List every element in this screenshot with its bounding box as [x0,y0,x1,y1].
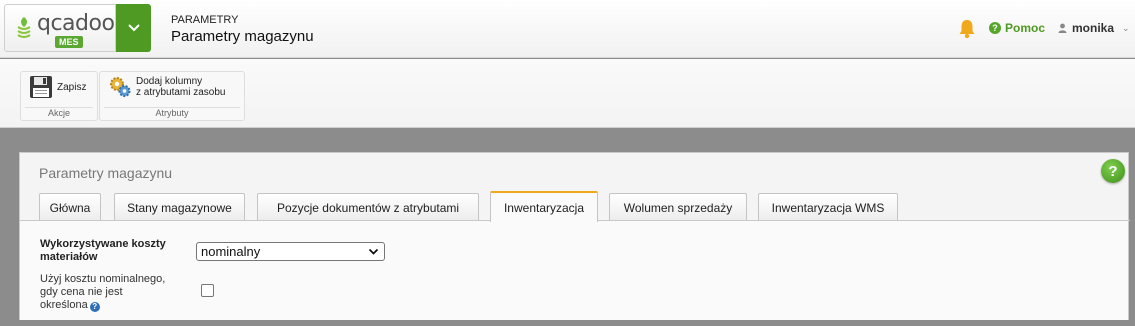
ribbon-group-attributes: Dodaj kolumny z atrybutami zasobu Atrybu… [99,71,245,121]
add-attribute-columns-button[interactable]: Dodaj kolumny z atrybutami zasobu [108,75,226,99]
use-nominal-cost-label: Użyj kosztu nominalnego, gdy cena nie je… [40,273,166,312]
chevron-down-icon [127,24,140,32]
help-icon[interactable]: ? [1101,159,1125,183]
panel-title: Parametry magazynu [39,165,173,181]
material-costs-value: nominalny [201,244,261,259]
ribbon-group-actions: Zapisz Akcje [20,71,98,121]
chevron-down-icon: ⌄ [1122,22,1130,33]
tab-content-inventory: Wykorzystywane koszty materiałów nominal… [20,221,1128,320]
user-name: monika [1072,21,1115,35]
use-nominal-cost-checkbox[interactable] [201,284,214,297]
help-link[interactable]: ? Pomoc [989,21,1045,35]
tab-inventory[interactable]: Inwentaryzacja [490,191,598,222]
add-columns-label-line1: Dodaj kolumny [136,76,203,87]
info-icon[interactable]: ? [89,301,100,312]
app-logo[interactable]: qcadoo MES [4,4,116,52]
bell-icon[interactable] [958,19,976,39]
chevron-down-icon [368,248,379,255]
breadcrumb: PARAMETRY [171,14,239,26]
page-title: Parametry magazynu [171,28,314,45]
tab-wms-inventory[interactable]: Inwentaryzacja WMS [758,193,898,221]
save-button-label: Zapisz [57,81,87,93]
logo-badge: MES [55,36,83,48]
top-header: qcadoo MES PARAMETRY Parametry magazynu … [0,0,1135,58]
tab-document-positions[interactable]: Pozycje dokumentów z atrybutami [257,193,479,221]
save-button[interactable]: Zapisz [29,75,86,99]
user-menu[interactable]: monika ⌄ [1058,21,1130,35]
gears-icon [110,77,131,97]
tab-sales-volume[interactable]: Wolumen sprzedaży [609,193,747,221]
add-columns-label-line2: z atrybutami zasobu [136,87,226,98]
main-menu-toggle[interactable] [116,4,151,52]
logo-mark-icon [17,17,31,38]
material-costs-select[interactable]: nominalny [196,242,385,261]
ribbon-group-label: Atrybuty [155,108,189,118]
parameters-panel: Parametry magazynu ? Główna Stany magazy… [19,152,1130,320]
help-label: Pomoc [1005,21,1046,35]
floppy-disk-icon [30,76,52,98]
user-icon [1058,23,1067,33]
ribbon-toolbar: Zapisz Akcje Dodaj kolumny z atrybutami … [0,59,1135,128]
ribbon-group-label: Akcje [47,108,70,118]
help-icon: ? [989,22,1001,34]
tab-main[interactable]: Główna [39,193,101,221]
tab-stock-levels[interactable]: Stany magazynowe [114,193,245,221]
logo-text: qcadoo [37,11,115,36]
material-costs-label: Wykorzystywane koszty materiałów [40,238,166,263]
